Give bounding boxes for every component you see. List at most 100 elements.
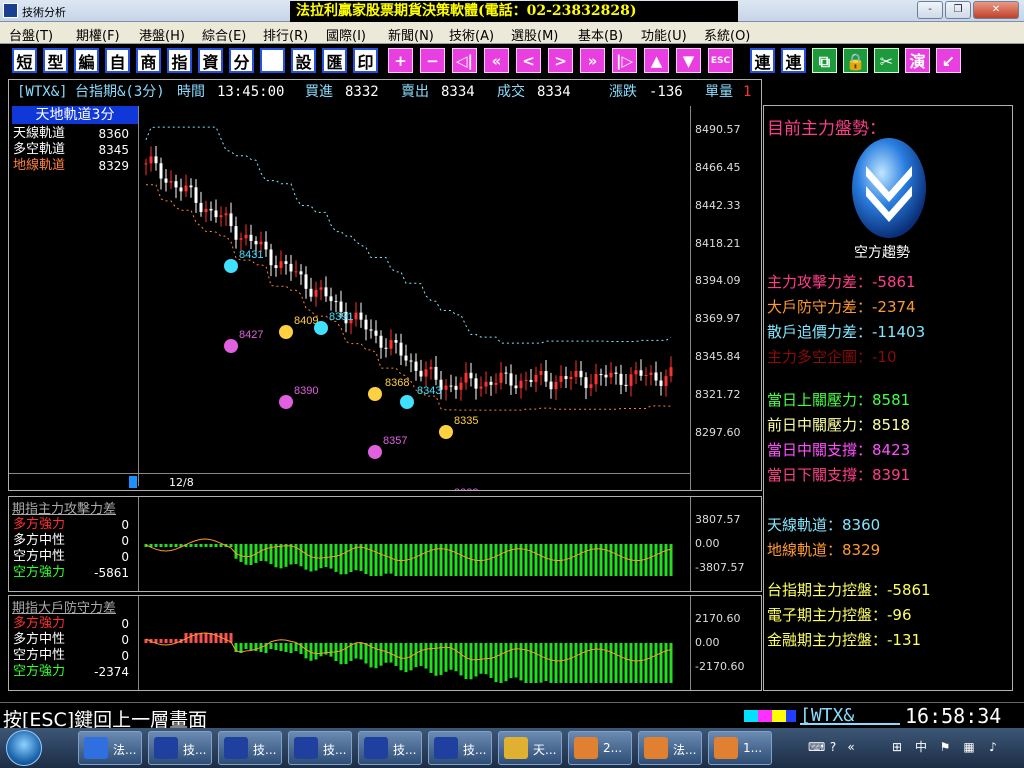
toolbar-char2-button-1[interactable]: 匯: [322, 48, 347, 73]
signal-marker: [368, 445, 382, 459]
nav-arrow-button-2[interactable]: ◁|: [452, 48, 477, 73]
toolbar-right-button-1[interactable]: 連: [781, 48, 806, 73]
taskbar-task-button[interactable]: 技...: [358, 731, 422, 765]
trend-label: 空方趨勢: [854, 245, 910, 261]
restore-button[interactable]: ❐: [945, 1, 971, 19]
toolbar-char-button-1[interactable]: 型: [43, 48, 68, 73]
toolbar-char2-button-2[interactable]: 印: [353, 48, 378, 73]
force-bar: [464, 643, 468, 680]
nav-arrow-button-5[interactable]: >: [548, 48, 573, 73]
force-bar: [544, 544, 548, 576]
toolbar-right-button-3[interactable]: 🔒: [843, 48, 868, 73]
nav-arrow-button-4[interactable]: <: [516, 48, 541, 73]
chevron-icon[interactable]: «: [844, 740, 858, 754]
toolbar-char-button-4[interactable]: 商: [136, 48, 161, 73]
force-bar: [589, 643, 593, 683]
nav-arrow-button-6[interactable]: »: [580, 48, 605, 73]
taskbar-task-button[interactable]: 天...: [498, 731, 562, 765]
menu-item-5[interactable]: 國際(I): [326, 25, 366, 44]
ime-icon[interactable]: 中: [914, 740, 928, 754]
nav-arrow-button-8[interactable]: ▲: [644, 48, 669, 73]
sidebar-metric: 電子期主力控盤：-96: [767, 604, 912, 625]
candle-body: [449, 385, 453, 387]
nav-arrow-button-0[interactable]: +: [388, 48, 413, 73]
volume-icon[interactable]: ♪: [986, 740, 1000, 754]
taskbar-task-button[interactable]: 2...: [568, 731, 632, 765]
attack-force-chart[interactable]: [9, 497, 761, 591]
sidebar-metric: 地線軌道：8329: [767, 539, 880, 560]
force-bar: [574, 544, 578, 576]
nav-arrow-button-3[interactable]: «: [484, 48, 509, 73]
taskbar-task-button[interactable]: 技...: [148, 731, 212, 765]
nav-arrow-button-9[interactable]: ▼: [676, 48, 701, 73]
menu-item-2[interactable]: 港盤(H): [139, 25, 185, 44]
toolbar-right-button-2[interactable]: ⧉: [812, 48, 837, 73]
sub-y-tick: -2170.60: [695, 660, 745, 673]
toolbar-char-button-7[interactable]: 分: [229, 48, 254, 73]
help-icon[interactable]: ?: [826, 740, 840, 754]
keyboard-icon[interactable]: ⌨: [808, 740, 825, 754]
toolbar-char-button-3[interactable]: 自: [105, 48, 130, 73]
symbol-input[interactable]: [WTX&: [800, 705, 900, 726]
minimize-button[interactable]: -: [917, 1, 943, 19]
toolbar-char2-button-0[interactable]: 設: [291, 48, 316, 73]
menu-item-3[interactable]: 綜合(E): [202, 25, 246, 44]
chart-mode-icon[interactable]: [260, 48, 285, 73]
nav-arrow-button-7[interactable]: |▷: [612, 48, 637, 73]
menu-item-6[interactable]: 新聞(N): [388, 25, 434, 44]
task-label: 技...: [253, 743, 277, 757]
menu-item-11[interactable]: 系統(O): [704, 25, 750, 44]
candle-body: [554, 381, 558, 390]
toolbar-char-button-5[interactable]: 指: [167, 48, 192, 73]
candle-body: [579, 370, 583, 378]
toolbar-right-button-5[interactable]: 演: [905, 48, 930, 73]
force-bar: [494, 643, 498, 683]
menu-bar: 台盤(T) 期權(F) 港盤(H) 綜合(E) 排行(R) 國際(I) 新聞(N) 技術(A)…: [0, 22, 1024, 44]
force-bar: [284, 643, 288, 652]
candle-body: [539, 370, 543, 375]
sidebar-metric: 金融期主力控盤：-131: [767, 629, 921, 650]
sidebar-metric-label: 當日中關支撐：: [767, 441, 873, 459]
task-app-icon: [84, 737, 108, 759]
taskbar-task-button[interactable]: 技...: [218, 731, 282, 765]
toolbar-right-button-6[interactable]: ↙: [936, 48, 961, 73]
toolbar-right-button-4[interactable]: ✂: [874, 48, 899, 73]
menu-item-7[interactable]: 技術(A): [449, 25, 494, 44]
nav-arrow-button-1[interactable]: −: [420, 48, 445, 73]
taskbar-task-button[interactable]: 法...: [638, 731, 702, 765]
network-icon[interactable]: ▦: [962, 740, 976, 754]
force-bar: [239, 544, 243, 562]
taskbar-task-button[interactable]: 法...: [78, 731, 142, 765]
candle-body: [419, 370, 423, 377]
candle-body: [409, 360, 413, 362]
menu-item-9[interactable]: 基本(B): [578, 25, 623, 44]
nav-arrow-button-10[interactable]: ESC: [708, 48, 733, 73]
close-button[interactable]: ✕: [973, 1, 1019, 19]
toolbar-right-button-0[interactable]: 連: [750, 48, 775, 73]
flag-icon[interactable]: ⚑: [938, 740, 952, 754]
menu-item-10[interactable]: 功能(U): [641, 25, 687, 44]
force-bar: [164, 639, 168, 643]
menu-item-0[interactable]: 台盤(T): [9, 25, 53, 44]
force-bar: [624, 643, 628, 683]
sidebar-metric-label: 台指期主力控盤：: [767, 581, 888, 599]
attack-force-panel: 期指主力攻擊力差 多方強力 0 多方中性 0 空方中性 0 空方強力 -5861 3807.5…: [8, 496, 762, 592]
toolbar-char-button-0[interactable]: 短: [12, 48, 37, 73]
candlestick-chart[interactable]: 8431840983918427836883438390833583578323: [9, 80, 761, 490]
signal-marker: [439, 425, 453, 439]
force-bar: [234, 544, 238, 559]
toolbar-char-button-2[interactable]: 編: [74, 48, 99, 73]
taskbar-task-button[interactable]: 1...: [708, 731, 772, 765]
toolbar-char-button-6[interactable]: 資: [198, 48, 223, 73]
taskbar-task-button[interactable]: 技...: [428, 731, 492, 765]
force-bar: [169, 544, 173, 547]
candle-body: [549, 381, 553, 390]
menu-item-1[interactable]: 期權(F): [76, 25, 120, 44]
sidebar-metric: 前日中關壓力：8518: [767, 414, 910, 435]
windows-flag-icon[interactable]: ⊞: [890, 740, 904, 754]
start-button[interactable]: [6, 730, 42, 766]
taskbar-task-button[interactable]: 技...: [288, 731, 352, 765]
defense-force-chart[interactable]: [9, 596, 761, 690]
menu-item-4[interactable]: 排行(R): [263, 25, 308, 44]
menu-item-8[interactable]: 選股(M): [511, 25, 558, 44]
